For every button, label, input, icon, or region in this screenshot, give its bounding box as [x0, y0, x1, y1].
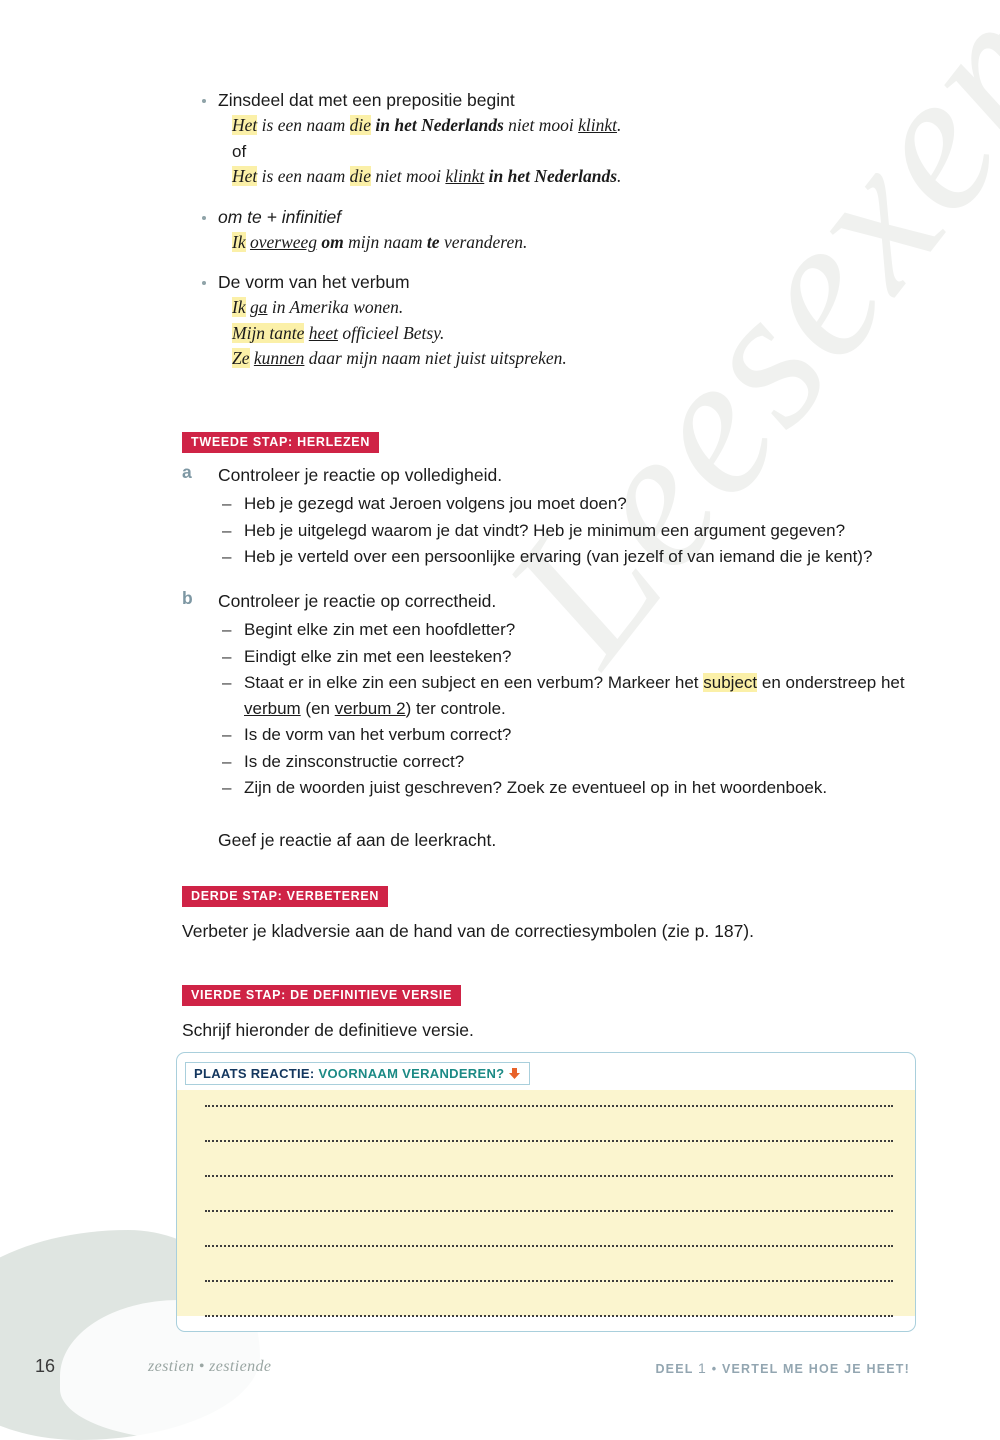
item-text-mid: en onderstreep het — [757, 673, 905, 692]
step-three-text: Verbeter je kladversie aan de hand van d… — [182, 921, 754, 941]
bold-phrase: in het Nederlands — [488, 166, 618, 186]
answer-line[interactable] — [205, 1175, 893, 1177]
underlined-verb: heet — [308, 322, 338, 343]
answer-box-label-prefix: PLAATS REACTIE: — [194, 1066, 315, 1081]
example-sentence: Het is een naam die niet mooi klinkt in … — [232, 166, 622, 186]
highlighted-subject: die — [349, 115, 372, 135]
list-item-rich: Staat er in elke zin een subject en een … — [218, 670, 910, 721]
highlighted-subject: Het — [232, 115, 258, 135]
item-text-post: ) ter controle. — [405, 698, 506, 718]
answer-box-label-topic: VOORNAAM VERANDEREN? — [318, 1066, 505, 1081]
highlighted-subject: Ik — [232, 231, 246, 252]
task-b-title: Controleer je reactie op correctheid. — [218, 591, 497, 611]
highlighted-subject: Ik — [232, 297, 246, 317]
list-item: Zinsdeel dat met een prepositie begint H… — [182, 88, 910, 190]
example-sentence: Mijn tante heet officieel Betsy. — [232, 322, 445, 343]
step-three-badge: DERDE STAP: VERBETEREN — [182, 886, 389, 907]
task-a-title: Controleer je reactie op volledigheid. — [218, 465, 503, 485]
underlined-verb: overweeg — [249, 231, 318, 252]
list-item: Eindigt elke zin met een leesteken? — [218, 644, 910, 670]
footer-section-label: DEEL 1 • VERTEL ME HOE JE HEET! — [655, 1360, 910, 1376]
task-b-checklist: Begint elke zin met een hoofdletter? Ein… — [218, 617, 910, 801]
item-text-mid2: (en — [300, 698, 335, 718]
list-item: De vorm van het verbum Ik ga in Amerika … — [182, 270, 910, 372]
answer-lines-area[interactable] — [177, 1090, 915, 1317]
underlined-verb: ga — [249, 297, 268, 317]
highlighted-subject: Het — [232, 166, 258, 186]
page-number: 16 — [35, 1356, 56, 1376]
highlighted-subject: Ze — [232, 348, 250, 368]
answer-box[interactable]: PLAATS REACTIE: VOORNAAM VERANDEREN? — [176, 1052, 916, 1332]
task-a: a Controleer je reactie op volledigheid.… — [182, 462, 910, 571]
list-item: Zijn de woorden juist geschreven? Zoek z… — [218, 775, 910, 801]
example-sentence: Het is een naam die in het Nederlands ni… — [232, 115, 622, 135]
task-letter-a: a — [182, 462, 192, 482]
step-three-section: DERDE STAP: VERBETEREN Verbeter je kladv… — [182, 886, 910, 944]
task-b-closing: Geef je reactie af aan de leerkracht. — [218, 829, 497, 850]
answer-line[interactable] — [205, 1210, 893, 1212]
list-item: om te + infinitief Ik overweeg om mijn n… — [182, 205, 910, 256]
bullet-heading: De vorm van het verbum — [182, 270, 910, 295]
task-a-checklist: Heb je gezegd wat Jeroen volgens jou moe… — [218, 491, 910, 570]
footer-section-number: 1 — [698, 1360, 708, 1376]
grammar-section: Zinsdeel dat met een prepositie begint H… — [182, 88, 910, 376]
step-two-section: TWEEDE STAP: HERLEZEN — [182, 432, 910, 453]
example-connector: of — [232, 141, 247, 161]
bullet-heading: Zinsdeel dat met een prepositie begint — [182, 88, 910, 113]
step-two-badge: TWEEDE STAP: HERLEZEN — [182, 432, 380, 453]
underlined-term-2: verbum 2 — [334, 698, 406, 718]
list-item: Heb je uitgelegd waarom je dat vindt? He… — [218, 518, 910, 544]
bold-phrase: om — [321, 231, 344, 252]
answer-line[interactable] — [205, 1140, 893, 1142]
answer-box-header: PLAATS REACTIE: VOORNAAM VERANDEREN? — [177, 1053, 915, 1087]
answer-line[interactable] — [205, 1245, 893, 1247]
list-item: Heb je gezegd wat Jeroen volgens jou moe… — [218, 491, 910, 517]
highlighted-subject: die — [349, 166, 372, 186]
footer-section-pre: DEEL — [655, 1362, 694, 1376]
answer-line[interactable] — [205, 1280, 893, 1282]
page-number-words: zestien • zestiende — [148, 1358, 272, 1375]
underlined-verb: klinkt — [445, 166, 485, 186]
answer-line[interactable] — [205, 1105, 893, 1107]
bold-phrase: in het Nederlands — [375, 115, 504, 135]
example-sentence: Ik overweeg om mijn naam te veranderen. — [232, 231, 528, 252]
item-text-pre: Staat er in elke zin een subject en een … — [244, 673, 704, 692]
footer-section-post: • VERTEL ME HOE JE HEET! — [711, 1362, 910, 1376]
step-four-badge: VIERDE STAP: DE DEFINITIEVE VERSIE — [182, 985, 462, 1006]
answer-line[interactable] — [205, 1315, 893, 1317]
underlined-term: verbum — [244, 698, 301, 718]
task-b: b Controleer je reactie op correctheid. … — [182, 588, 910, 853]
example-sentence: Ze kunnen daar mijn naam niet juist uits… — [232, 348, 567, 368]
grammar-bullet-list: Zinsdeel dat met een prepositie begint H… — [182, 88, 910, 372]
highlighted-term: subject — [703, 673, 758, 692]
example-sentence: Ik ga in Amerika wonen. — [232, 297, 404, 317]
answer-box-label: PLAATS REACTIE: VOORNAAM VERANDEREN? — [185, 1062, 531, 1085]
list-item: Begint elke zin met een hoofdletter? — [218, 617, 910, 643]
step-four-section: VIERDE STAP: DE DEFINITIEVE VERSIE Schri… — [182, 985, 910, 1043]
underlined-verb: kunnen — [253, 348, 305, 368]
task-letter-b: b — [182, 588, 193, 608]
underlined-verb: klinkt — [578, 115, 618, 135]
download-arrow-icon[interactable] — [508, 1067, 521, 1080]
list-item: Is de vorm van het verbum correct? — [218, 722, 910, 748]
bullet-heading: om te + infinitief — [182, 205, 910, 230]
highlighted-subject: Mijn tante — [232, 322, 305, 343]
bold-phrase: te — [426, 231, 440, 252]
list-item: Is de zinsconstructie correct? — [218, 749, 910, 775]
page-watermark: Leesexemplaar — [940, 0, 1000, 173]
list-item: Heb je verteld over een persoonlijke erv… — [218, 544, 910, 570]
step-four-text: Schrijf hieronder de definitieve versie. — [182, 1020, 474, 1040]
